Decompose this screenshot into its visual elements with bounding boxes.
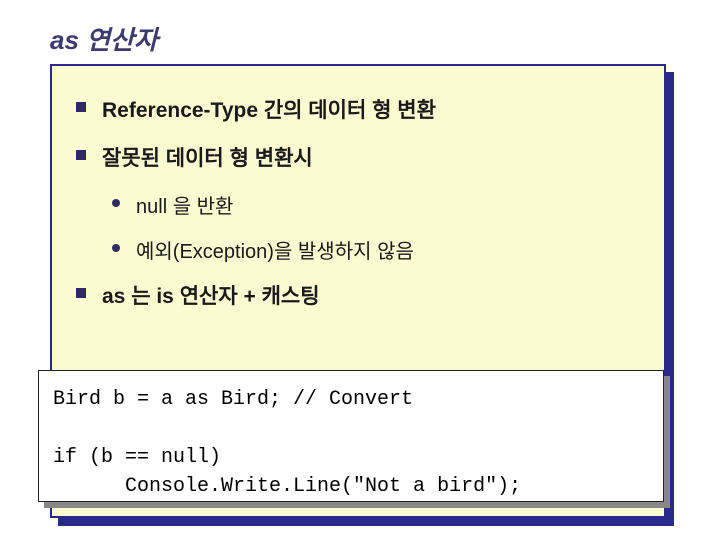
slide-title: as 연산자	[50, 20, 158, 57]
code-line: Bird b = a as Bird; // Convert	[53, 388, 413, 411]
slide: as 연산자 Reference-Type 간의 데이터 형 변환 잘못된 데이…	[0, 0, 720, 540]
bullet-level2: null 을 반환	[112, 190, 640, 219]
bullet-text: 예외(Exception)을 발생하지 않음	[136, 235, 414, 264]
bullet-level1: Reference-Type 간의 데이터 형 변환	[76, 94, 640, 124]
bullet-text: null 을 반환	[136, 190, 233, 219]
square-bullet-icon	[76, 288, 86, 298]
bullet-text: as 는 is 연산자 + 캐스팅	[102, 280, 320, 310]
dot-bullet-icon	[112, 199, 120, 207]
square-bullet-icon	[76, 150, 86, 160]
bullet-text: 잘못된 데이터 형 변환시	[102, 142, 313, 172]
bullet-level1: 잘못된 데이터 형 변환시	[76, 142, 640, 172]
bullet-level1: as 는 is 연산자 + 캐스팅	[76, 280, 640, 310]
bullet-level2: 예외(Exception)을 발생하지 않음	[112, 235, 640, 264]
code-box: Bird b = a as Bird; // Convert if (b == …	[38, 370, 664, 502]
code-line: if (b == null)	[53, 446, 221, 469]
code-line: Console.Write.Line("Not a bird");	[53, 475, 521, 498]
bullet-text: Reference-Type 간의 데이터 형 변환	[102, 94, 436, 124]
square-bullet-icon	[76, 102, 86, 112]
dot-bullet-icon	[112, 244, 120, 252]
